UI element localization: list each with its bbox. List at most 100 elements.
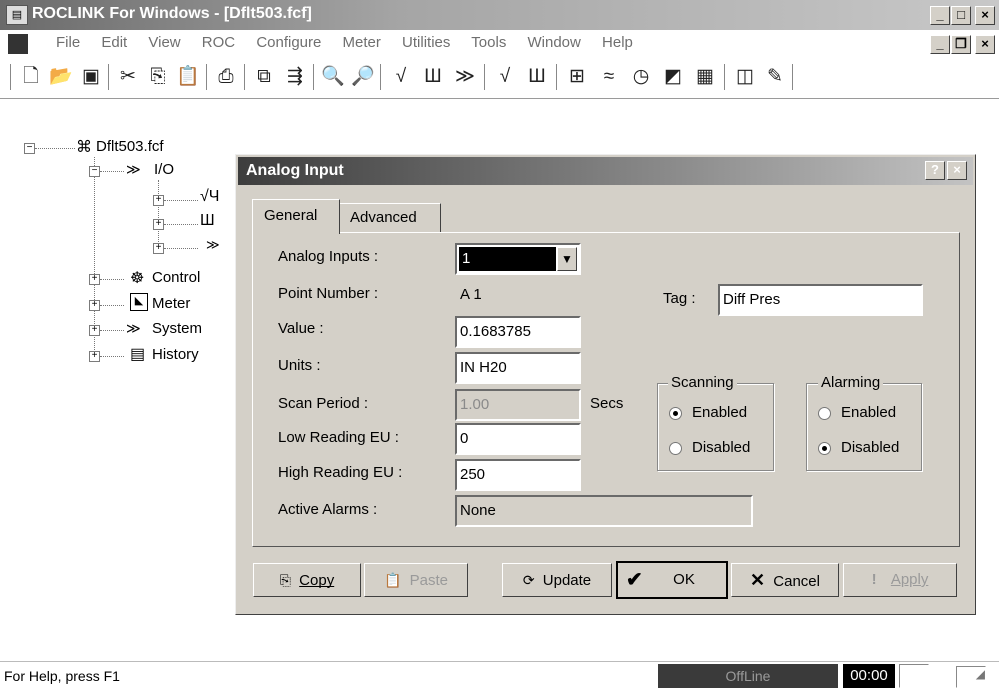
app-icon[interactable]: ▤ [6, 5, 28, 25]
expand-root-toggle[interactable]: − [24, 143, 35, 154]
save-icon[interactable]: ▣ [78, 64, 104, 90]
display-icon[interactable]: ▦ [692, 64, 718, 90]
chevron-down-icon[interactable]: ▼ [557, 247, 577, 271]
paste-icon[interactable]: 📋 [175, 64, 201, 90]
point-number-field: A 1 [455, 279, 581, 311]
tree-system-label[interactable]: System [152, 320, 202, 337]
clock-icon[interactable]: ◷ [628, 64, 654, 90]
discrete-input-icon[interactable]: Ш [420, 64, 446, 90]
analog-output-icon[interactable]: √ [492, 64, 518, 90]
doc-icon[interactable] [8, 34, 28, 54]
copy-icon[interactable]: ⎘ [145, 64, 171, 90]
menu-edit[interactable]: Edit [101, 34, 127, 51]
io-tree-icon: ≫ [126, 161, 141, 177]
value-field[interactable]: 0.1683785 [455, 316, 581, 348]
print-icon[interactable]: ⎙ [213, 64, 239, 90]
alarming-disabled-radio[interactable] [818, 442, 831, 455]
high-reading-label: High Reading EU : [278, 464, 403, 481]
zoom-out-icon[interactable]: 🔎 [350, 64, 376, 90]
alarming-disabled-label[interactable]: Disabled [841, 439, 899, 456]
tab-general[interactable]: General [252, 199, 340, 234]
expand-di-toggle[interactable]: + [153, 219, 164, 230]
dialog-close-button[interactable]: × [947, 161, 967, 180]
cancel-button[interactable]: ✕ Cancel [731, 563, 839, 597]
alarming-enabled-radio[interactable] [818, 407, 831, 420]
menu-window[interactable]: Window [528, 34, 581, 51]
edit-icon[interactable]: ✎ [762, 64, 788, 90]
menu-tools[interactable]: Tools [471, 34, 506, 51]
expand-io-toggle[interactable]: − [89, 166, 100, 177]
apply-button[interactable]: ! Apply [843, 563, 957, 597]
zoom-in-icon[interactable]: 🔍 [320, 64, 346, 90]
expand-meter-toggle[interactable]: + [89, 300, 100, 311]
menu-meter[interactable]: Meter [343, 34, 381, 51]
chart-icon[interactable]: ◫ [732, 64, 758, 90]
low-reading-field[interactable]: 0 [455, 423, 581, 455]
menu-roc[interactable]: ROC [202, 34, 235, 51]
status-bar: For Help, press F1 OffLine 00:00 ◢ [0, 661, 999, 690]
other-io-tree-icon[interactable]: ≫ [206, 237, 220, 253]
scanning-disabled-radio[interactable] [669, 442, 682, 455]
tree-root-label[interactable]: Dflt503.fcf [96, 138, 164, 155]
paste-button-label: Paste [409, 572, 448, 589]
minimize-button[interactable]: _ [930, 6, 950, 25]
scanning-enabled-radio[interactable] [669, 407, 682, 420]
new-icon[interactable]: 🗋 [18, 64, 44, 90]
analog-inputs-label: Analog Inputs : [278, 248, 379, 265]
resize-grip-icon[interactable]: ◢ [956, 666, 986, 688]
menu-view[interactable]: View [148, 34, 180, 51]
maximize-button[interactable]: □ [951, 6, 971, 25]
analog-inputs-select[interactable]: 1 ▼ [455, 243, 581, 275]
doc-minimize-button[interactable]: _ [930, 35, 950, 54]
toolbar: 🗋 📂 ▣ ✂ ⎘ 📋 ⎙ ⧉ ⇶ 🔍 🔎 √ Ш ≫ √ Ш ⊞ ≈ ◷ ◩ … [0, 58, 999, 99]
close-button[interactable]: × [975, 6, 995, 25]
scanning-enabled-label[interactable]: Enabled [692, 404, 747, 421]
menu-configure[interactable]: Configure [256, 34, 321, 51]
copy-button[interactable]: ⎘ Copy [253, 563, 361, 597]
menu-file[interactable]: File [56, 34, 80, 51]
high-reading-field[interactable]: 250 [455, 459, 581, 491]
tab-advanced[interactable]: Advanced [339, 203, 441, 232]
connect-icon[interactable]: ⧉ [251, 64, 277, 90]
alarming-enabled-label[interactable]: Enabled [841, 404, 896, 421]
tree-history-label[interactable]: History [152, 346, 199, 363]
dialog-title-bar: Analog Input ? × [238, 157, 973, 185]
menu-help[interactable]: Help [602, 34, 633, 51]
paste-button[interactable]: 📋 Paste [364, 563, 468, 597]
tree-io-label[interactable]: I/O [154, 161, 174, 178]
analog-input-tree-icon[interactable]: √Ч [200, 188, 219, 206]
expand-control-toggle[interactable]: + [89, 274, 100, 285]
ok-button-label: OK [673, 571, 695, 588]
io-icon[interactable]: ≫ [452, 64, 478, 90]
update-button[interactable]: ⟳ Update [502, 563, 612, 597]
menu-utilities[interactable]: Utilities [402, 34, 450, 51]
doc-restore-button[interactable]: ❐ [951, 35, 971, 54]
units-field[interactable]: IN H20 [455, 352, 581, 384]
tag-field[interactable]: Diff Pres [718, 284, 923, 316]
discrete-output-icon[interactable]: Ш [524, 64, 550, 90]
units-label: Units : [278, 357, 321, 374]
scanning-disabled-label[interactable]: Disabled [692, 439, 750, 456]
doc-close-button[interactable]: × [975, 35, 995, 54]
discrete-input-tree-icon[interactable]: Ш [200, 212, 215, 230]
direct-connect-icon[interactable]: ⇶ [282, 64, 308, 90]
meter-icon[interactable]: ◩ [660, 64, 686, 90]
control-icon: ☸ [130, 270, 145, 287]
analog-input-icon[interactable]: √ [388, 64, 414, 90]
tree-meter-label[interactable]: Meter [152, 295, 190, 312]
cut-icon[interactable]: ✂ [115, 64, 141, 90]
tab-advanced-label: Advanced [350, 209, 417, 226]
expand-history-toggle[interactable]: + [89, 351, 100, 362]
expand-ai-toggle[interactable]: + [153, 195, 164, 206]
exclamation-icon: ! [871, 571, 877, 588]
update-button-label: Update [542, 572, 592, 589]
expand-other-toggle[interactable]: + [153, 243, 164, 254]
config-icon[interactable]: ⊞ [564, 64, 590, 90]
open-icon[interactable]: 📂 [48, 64, 74, 90]
pid-icon[interactable]: ≈ [596, 64, 622, 90]
ok-button[interactable]: ✔ OK [616, 561, 728, 599]
dialog-help-button[interactable]: ? [925, 161, 945, 180]
expand-system-toggle[interactable]: + [89, 325, 100, 336]
scan-period-field[interactable]: 1.00 [455, 389, 581, 421]
tree-control-label[interactable]: Control [152, 269, 200, 286]
